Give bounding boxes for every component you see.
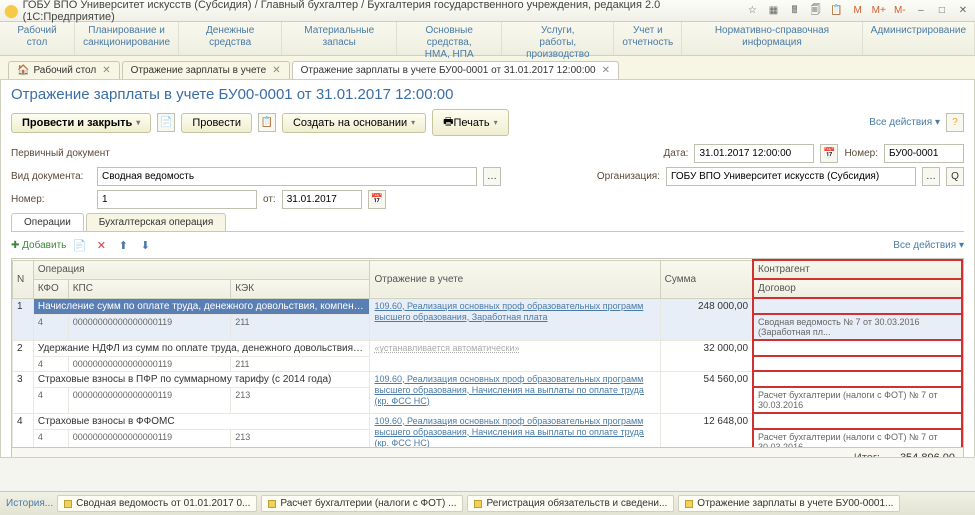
tab-accounting[interactable]: Бухгалтерская операция <box>86 213 227 231</box>
tab-operations[interactable]: Операции <box>11 213 84 231</box>
col-kontr[interactable]: Контрагент <box>753 260 962 279</box>
col-sum[interactable]: Сумма <box>660 260 753 298</box>
number-input[interactable] <box>884 144 964 163</box>
all-actions-link[interactable]: Все действия ▾ <box>869 117 940 128</box>
copy-icon[interactable]: 📄 <box>70 236 88 254</box>
primary-doc-label: Первичный документ <box>11 148 110 159</box>
statusbar-item[interactable]: Отражение зарплаты в учете БУ00-0001... <box>678 495 900 512</box>
table-row[interactable]: 2Удержание НДФЛ из сумм по оплате труда,… <box>13 340 963 356</box>
table-row[interactable]: 4Страховые взносы в ФФОМС109.60, Реализа… <box>13 413 963 429</box>
tb-Mplus-icon[interactable]: M+ <box>871 3 887 19</box>
close-icon[interactable]: ✕ <box>602 65 610 76</box>
down-icon[interactable]: ⬇ <box>136 236 154 254</box>
date-input[interactable] <box>694 144 814 163</box>
org-open-icon[interactable]: Q <box>946 167 964 186</box>
col-dogovor[interactable]: Договор <box>753 279 962 298</box>
menu-item[interactable]: Учет иотчетность <box>614 22 682 55</box>
tb-fav-icon[interactable]: ☆ <box>744 3 760 19</box>
statusbar-item[interactable]: Сводная ведомость от 01.01.2017 0... <box>57 495 257 512</box>
post-close-button[interactable]: Провести и закрыть▾ <box>11 113 151 133</box>
menu-item[interactable]: Планирование исанкционирование <box>75 22 179 55</box>
window-title: ГОБУ ВПО Университет искусств (Субсидия)… <box>23 0 743 23</box>
col-op[interactable]: Операция <box>33 260 370 279</box>
vid-input[interactable] <box>97 167 477 186</box>
total-label: Итог: <box>854 452 880 458</box>
col-reflect[interactable]: Отражение в учете <box>370 260 660 298</box>
ot-input[interactable] <box>282 190 362 209</box>
date-picker-icon[interactable]: 📅 <box>820 144 838 163</box>
org-select-icon[interactable]: … <box>922 167 940 186</box>
sub-tabs: Операции Бухгалтерская операция <box>11 213 964 232</box>
add-button[interactable]: ✚ Добавить <box>11 240 66 251</box>
grid-all-actions[interactable]: Все действия ▾ <box>893 240 964 251</box>
grid: N Операция Отражение в учете Сумма Контр… <box>11 258 964 448</box>
org-input[interactable] <box>666 167 916 186</box>
tb-cal-icon[interactable]: 📋 <box>829 3 845 19</box>
table-row[interactable]: 3Страховые взносы в ПФР по суммарному та… <box>13 371 963 387</box>
date-label: Дата: <box>664 148 689 159</box>
nomer-label: Номер: <box>11 194 91 205</box>
delete-icon[interactable]: ✕ <box>92 236 110 254</box>
menu-item[interactable]: Администрирование <box>863 22 975 55</box>
title-bar: ⬤ ГОБУ ВПО Университет искусств (Субсиди… <box>0 0 975 22</box>
table-row[interactable]: 1Начисление сумм по оплате труда, денежн… <box>13 298 963 314</box>
tb-max-icon[interactable]: □ <box>934 3 950 19</box>
tb-doc-icon[interactable]: 🗐 <box>808 3 824 19</box>
tab[interactable]: Отражение зарплаты в учете БУ00-0001 от … <box>292 61 619 79</box>
ot-label: от: <box>263 194 276 205</box>
tb-Mminus-icon[interactable]: M- <box>892 3 908 19</box>
statusbar-item[interactable]: Регистрация обязательств и сведени... <box>467 495 674 512</box>
tb-close-icon[interactable]: ✕ <box>955 3 971 19</box>
col-n[interactable]: N <box>13 260 34 298</box>
vid-select-icon[interactable]: … <box>483 167 501 186</box>
col-kek[interactable]: КЭК <box>231 279 370 298</box>
history-button[interactable]: История... <box>6 498 53 509</box>
close-icon[interactable]: ✕ <box>272 65 280 76</box>
vid-label: Вид документа: <box>11 171 91 182</box>
tab[interactable]: Отражение зарплаты в учете✕ <box>122 61 290 79</box>
titlebar-icons: ☆ ▦ 🖩 🗐 📋 M M+ M- – □ ✕ <box>742 3 971 19</box>
main-menu: Рабочий столПланирование исанкционирован… <box>0 22 975 56</box>
tb-grid-icon[interactable]: ▦ <box>765 3 781 19</box>
save-icon[interactable]: 📄 <box>157 113 175 132</box>
nomer-input[interactable] <box>97 190 257 209</box>
document-area: Отражение зарплаты в учете БУ00-0001 от … <box>0 80 975 458</box>
org-label: Организация: <box>597 171 660 182</box>
menu-item[interactable]: Услуги,работы, производство <box>502 22 614 55</box>
doc-toolbar: Провести и закрыть▾ 📄 Провести 📋 Создать… <box>11 109 964 136</box>
create-based-button[interactable]: Создать на основании▾ <box>282 113 426 133</box>
menu-item[interactable]: Нормативно-справочная информация <box>682 22 862 55</box>
tb-calc-icon[interactable]: 🖩 <box>787 3 803 19</box>
tabs-bar: 🏠Рабочий стол✕Отражение зарплаты в учете… <box>0 56 975 80</box>
list-icon[interactable]: 📋 <box>258 113 276 132</box>
help-icon[interactable]: ? <box>946 113 964 132</box>
app-icon: ⬤ <box>4 3 19 19</box>
tb-M-icon[interactable]: M <box>850 3 866 19</box>
status-bar: История... Сводная ведомость от 01.01.20… <box>0 491 975 515</box>
tab[interactable]: 🏠Рабочий стол✕ <box>8 61 120 79</box>
post-button[interactable]: Провести <box>181 113 252 133</box>
statusbar-item[interactable]: Расчет бухгалтерии (налоги с ФОТ) ... <box>261 495 463 512</box>
number-label: Номер: <box>844 148 878 159</box>
up-icon[interactable]: ⬆ <box>114 236 132 254</box>
menu-item[interactable]: Материальные запасы <box>282 22 397 55</box>
print-button[interactable]: 🖶 Печать▾ <box>432 109 508 136</box>
tb-min-icon[interactable]: – <box>913 3 929 19</box>
col-kps[interactable]: КПС <box>68 279 231 298</box>
close-icon[interactable]: ✕ <box>102 65 110 76</box>
menu-item[interactable]: Рабочий стол <box>0 22 75 55</box>
menu-item[interactable]: Денежные средства <box>179 22 282 55</box>
ot-picker-icon[interactable]: 📅 <box>368 190 386 209</box>
grid-toolbar: ✚ Добавить 📄 ✕ ⬆ ⬇ Все действия ▾ <box>11 232 964 258</box>
menu-item[interactable]: Основные средства,НМА, НПА <box>397 22 502 55</box>
col-kfo[interactable]: КФО <box>33 279 68 298</box>
document-title: Отражение зарплаты в учете БУ00-0001 от … <box>11 86 964 103</box>
total-row: Итог: 354 896,00 <box>11 448 964 458</box>
total-value: 354 896,00 <box>900 452 955 458</box>
